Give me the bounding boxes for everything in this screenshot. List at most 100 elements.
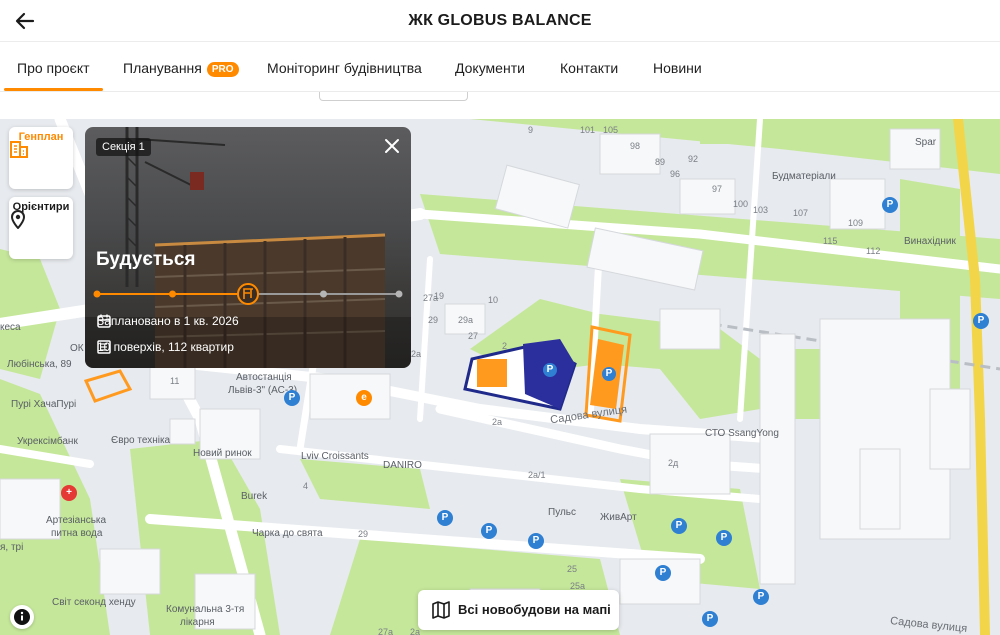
tab-bar: Про проєкт Планування PRO Моніторинг буді…	[0, 42, 1000, 92]
house-number: 9	[528, 125, 534, 135]
section-chip: Секція 1	[96, 138, 151, 156]
house-number: 109	[848, 218, 864, 228]
orientiry-button[interactable]: Орієнтири	[9, 197, 73, 259]
all-newbuilds-label: Всі новобудови на мапі	[458, 602, 611, 617]
label-avtostantsiya: Автостанція	[236, 372, 292, 383]
label-lyubinska: Любінська, 89	[7, 359, 72, 370]
progress-step	[320, 290, 327, 298]
house-number: 112	[866, 246, 881, 256]
house-number: 98	[630, 141, 641, 151]
parking-icon: P	[543, 363, 557, 377]
parking-icon: P	[671, 518, 687, 534]
construction-photo	[85, 127, 411, 368]
dropdown-stub[interactable]	[319, 92, 468, 101]
label-burek: Burek	[241, 491, 268, 502]
floors-text: 10 поверхів, 112 квартир	[97, 340, 234, 354]
house-number: 105	[603, 125, 619, 135]
parking-icon: P	[284, 390, 300, 406]
app-header: ЖК GLOBUS BALANCE	[0, 0, 1000, 42]
parking-icon: P	[753, 589, 769, 605]
label-kesa: кеса	[0, 322, 21, 333]
label-novyi-rynok: Новий ринок	[193, 448, 252, 459]
planned-row: Заплановано в 1 кв. 2026	[97, 314, 239, 328]
label-pulse: Пульс	[548, 507, 577, 518]
map-icon	[432, 601, 450, 619]
label-vynakhidnyk: Винахідник	[904, 236, 956, 247]
genplan-button[interactable]: Генплан	[9, 127, 73, 189]
house-number: 115	[823, 236, 838, 246]
house-number: 97	[712, 184, 723, 194]
parking-icon: P	[528, 533, 544, 549]
label-evro-tekhnika: Євро техніка	[111, 435, 171, 446]
label-daniro: DANIRO	[383, 460, 422, 471]
house-number: 2а	[410, 627, 421, 635]
label-likarnya: лікарня	[180, 617, 215, 628]
parking-icon: P	[437, 510, 453, 526]
building-grid-icon	[10, 141, 28, 158]
house-number: 2д	[668, 458, 679, 468]
label-ukreksimbank: Укрексімбанк	[17, 436, 78, 447]
planned-text: Заплановано в 1 кв. 2026	[97, 314, 239, 328]
all-newbuilds-map-button[interactable]: Всі новобудови на мапі	[418, 590, 619, 630]
progress-step	[395, 290, 403, 298]
tab-planning[interactable]: Планування PRO	[123, 60, 239, 77]
house-number: 29	[358, 529, 369, 539]
label-spar: Spar	[915, 137, 937, 148]
house-number: 29	[428, 315, 439, 325]
parking-icon: P	[481, 523, 497, 539]
fuel-icon: e	[356, 390, 372, 406]
parking-icon: P	[655, 565, 671, 581]
info-icon[interactable]	[10, 605, 34, 629]
house-number: 25	[567, 564, 578, 574]
house-number: 11	[170, 376, 180, 386]
house-number: 2	[502, 341, 508, 351]
active-tab-indicator	[4, 88, 103, 91]
house-number: 89	[655, 157, 666, 167]
house-number: 2а	[411, 349, 422, 359]
house-number: 29а	[458, 315, 474, 325]
house-number: 100	[733, 199, 749, 209]
progress-track	[93, 283, 403, 305]
map-pin-icon	[10, 210, 26, 229]
label-ok: ОК	[70, 343, 84, 354]
house-number: 103	[753, 205, 769, 215]
parking-icon: P	[716, 530, 732, 546]
pro-badge: PRO	[206, 62, 239, 77]
house-number: 107	[793, 208, 809, 218]
tab-about[interactable]: Про проєкт	[17, 60, 90, 76]
page-title: ЖК GLOBUS BALANCE	[408, 12, 592, 29]
progress-step	[169, 290, 176, 298]
progress-step	[93, 290, 101, 298]
house-number: 10	[488, 295, 499, 305]
parking-icon: P	[602, 367, 616, 381]
close-icon[interactable]	[383, 137, 401, 155]
tab-contacts[interactable]: Контакти	[560, 60, 618, 76]
label-lviv-croissants: Lviv Croissants	[301, 451, 369, 462]
house-number: 2а	[492, 417, 503, 427]
house-number: 27	[468, 331, 479, 341]
section-card[interactable]: Секція 1 Будується Заплановано в 1 кв. 2…	[85, 127, 411, 368]
tab-monitoring[interactable]: Моніторинг будівництва	[267, 60, 422, 76]
construction-status: Будується	[96, 249, 196, 270]
label-pytna-voda: питна вода	[51, 528, 103, 539]
hospital-icon: +	[61, 485, 77, 501]
label-rii: я, трі	[0, 542, 24, 553]
tab-news[interactable]: Новини	[653, 60, 702, 76]
house-number: 96	[670, 169, 681, 179]
label-komunalna: Комунальна 3-тя	[166, 604, 245, 615]
building-floors-icon	[97, 340, 111, 354]
tab-documents[interactable]: Документи	[455, 60, 525, 76]
label-artezianska: Артезіанська	[46, 515, 107, 526]
calendar-icon	[97, 314, 111, 328]
parking-icon: P	[702, 611, 718, 627]
parking-icon: P	[882, 197, 898, 213]
tab-planning-label: Планування	[123, 60, 202, 76]
floors-row: 10 поверхів, 112 квартир	[97, 340, 234, 354]
map-view[interactable]: Будматеріали Винахідник Spar Автостанція…	[0, 119, 1000, 635]
house-number: 2а/1	[528, 470, 546, 480]
progress-current-step	[237, 283, 259, 305]
label-budmaterialy: Будматеріали	[772, 171, 836, 182]
label-svit-sekond: Світ секонд хенду	[52, 597, 136, 608]
parking-icon: P	[973, 313, 989, 329]
label-sto: СТО SsangYong	[705, 428, 779, 439]
